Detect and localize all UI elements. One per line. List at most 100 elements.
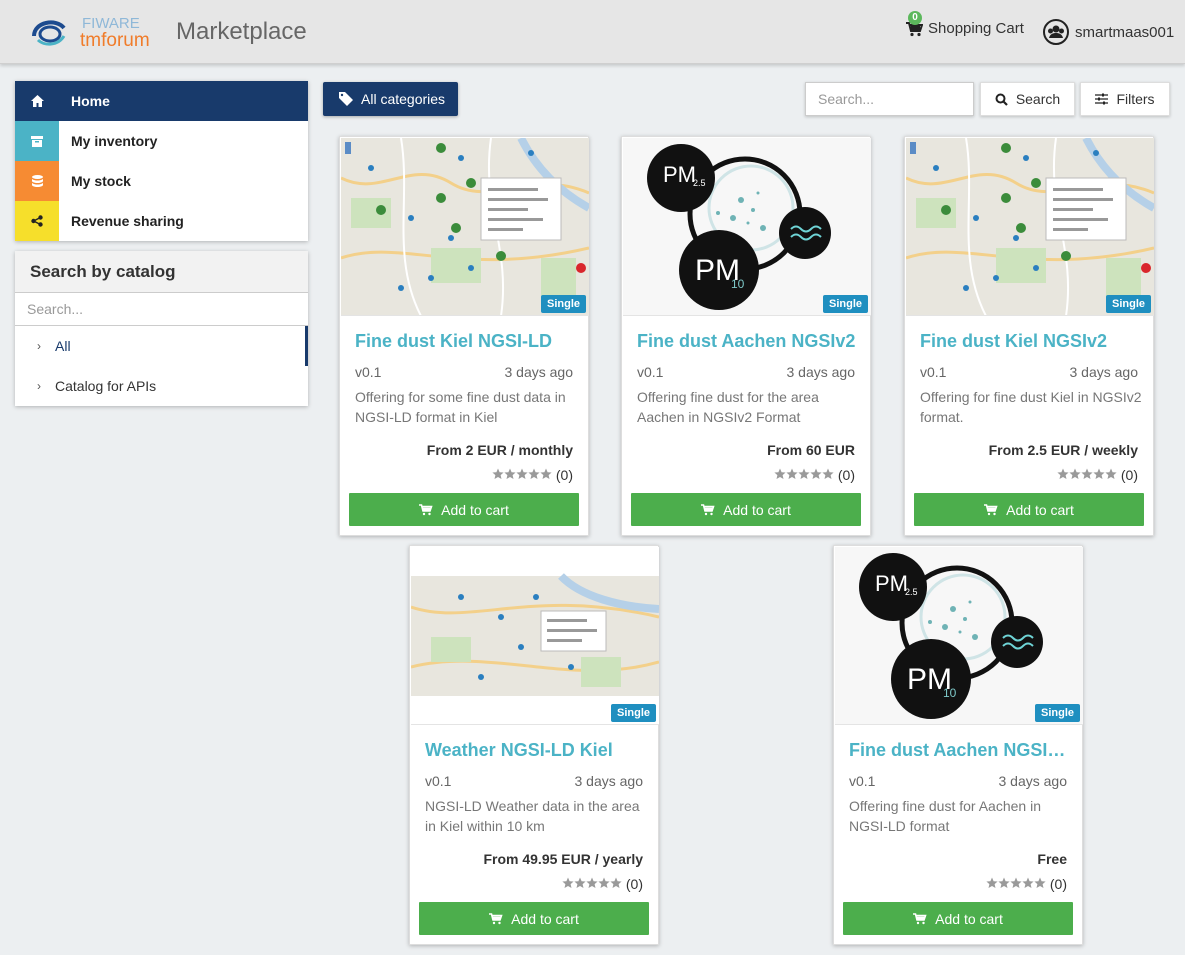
offering-price: Free xyxy=(1037,851,1067,867)
offering-title[interactable]: Weather NGSI-LD Kiel xyxy=(425,740,647,761)
search-button-label: Search xyxy=(1015,91,1061,107)
all-categories-label: All categories xyxy=(361,91,446,107)
offering-card[interactable]: PM 2.5 PM 10 Single Fine dust Aachen NGS… xyxy=(621,136,871,536)
offering-card[interactable]: Single Weather NGSI-LD Kiel v0.1 3 days … xyxy=(409,545,659,945)
cart-icon xyxy=(489,912,503,924)
offering-image[interactable] xyxy=(341,138,589,316)
add-to-cart-button[interactable]: Add to cart xyxy=(349,493,579,526)
catalog-panel: Search by catalog › All › Catalog for AP… xyxy=(15,251,308,406)
offering-type-badge: Single xyxy=(822,295,868,313)
offering-rating: (0) xyxy=(492,467,573,483)
offering-date: 3 days ago xyxy=(504,364,574,380)
app-title: Marketplace xyxy=(176,18,307,45)
filters-button[interactable]: Filters xyxy=(1080,82,1170,116)
sidebar-item-label: Home xyxy=(71,93,110,109)
sidebar-item-label: Revenue sharing xyxy=(71,213,184,229)
offering-image[interactable]: PM 2.5 PM 10 xyxy=(623,138,871,316)
pm-thumbnail: PM 2.5 PM 10 xyxy=(835,547,1083,724)
star-icon xyxy=(786,467,798,483)
add-to-cart-button[interactable]: Add to cart xyxy=(914,493,1144,526)
offering-card[interactable]: Single Fine dust Kiel NGSIv2 v0.1 3 days… xyxy=(904,136,1154,536)
offering-date: 3 days ago xyxy=(574,773,644,789)
star-icon xyxy=(774,467,786,483)
sidebar-item-my-stock[interactable]: My stock xyxy=(15,161,308,201)
add-to-cart-label: Add to cart xyxy=(441,501,509,518)
cart-icon xyxy=(701,503,715,515)
offering-card[interactable]: Single Fine dust Kiel NGSI-LD v0.1 3 day… xyxy=(339,136,589,536)
offering-image[interactable] xyxy=(411,547,659,725)
offering-title[interactable]: Fine dust Aachen NGSIv2 xyxy=(637,331,859,352)
users-icon xyxy=(1043,19,1069,45)
offering-version: v0.1 xyxy=(355,364,382,380)
offering-version: v0.1 xyxy=(425,773,452,789)
home-icon xyxy=(15,81,59,121)
offering-card[interactable]: PM 2.5 PM 10 Single Fine dust Aachen NGS… xyxy=(833,545,1083,945)
add-to-cart-label: Add to cart xyxy=(1006,501,1074,518)
all-categories-button[interactable]: All categories xyxy=(323,82,458,116)
rating-stars xyxy=(492,467,552,483)
rating-count: (0) xyxy=(1049,876,1067,892)
add-to-cart-button[interactable]: Add to cart xyxy=(419,902,649,935)
svg-text:tmforum: tmforum xyxy=(80,30,150,51)
sidebar-item-home[interactable]: Home xyxy=(15,81,308,121)
rating-count: (0) xyxy=(555,467,573,483)
map-thumbnail xyxy=(411,547,659,724)
offering-price: From 2.5 EUR / weekly xyxy=(988,442,1138,458)
offering-version: v0.1 xyxy=(849,773,876,789)
pm-thumbnail: PM 2.5 PM 10 xyxy=(623,138,871,315)
svg-text:2.5: 2.5 xyxy=(693,178,706,188)
add-to-cart-button[interactable]: Add to cart xyxy=(631,493,861,526)
archive-icon xyxy=(15,121,59,161)
chevron-right-icon: › xyxy=(37,379,41,393)
catalog-item-label: Catalog for APIs xyxy=(55,378,157,394)
offering-title[interactable]: Fine dust Kiel NGSIv2 xyxy=(920,331,1142,352)
add-to-cart-button[interactable]: Add to cart xyxy=(843,902,1073,935)
catalog-title: Search by catalog xyxy=(15,251,308,292)
cart-label: Shopping Cart xyxy=(928,20,1024,37)
svg-text:2.5: 2.5 xyxy=(905,587,918,597)
catalog-item-apis[interactable]: › Catalog for APIs xyxy=(15,366,308,406)
sidebar-item-label: My inventory xyxy=(71,133,158,149)
offering-description: Offering fine dust for the area Aachen i… xyxy=(637,389,819,425)
catalog-search-input[interactable] xyxy=(15,292,308,326)
star-icon xyxy=(1105,467,1117,483)
star-icon xyxy=(986,876,998,892)
cart-icon: 0 xyxy=(905,10,924,37)
cart-count-badge: 0 xyxy=(908,10,922,25)
sidebar-nav: Home My inventory My stock Revenue shari… xyxy=(15,81,308,241)
svg-text:10: 10 xyxy=(731,277,745,291)
offering-rating: (0) xyxy=(986,876,1067,892)
offering-price: From 49.95 EUR / yearly xyxy=(483,851,643,867)
sidebar-item-my-inventory[interactable]: My inventory xyxy=(15,121,308,161)
offering-version: v0.1 xyxy=(637,364,664,380)
tag-icon xyxy=(339,92,353,106)
offering-image[interactable] xyxy=(906,138,1154,316)
fiware-tmforum-logo[interactable]: FIWARE tmforum xyxy=(30,12,168,52)
search-input[interactable] xyxy=(805,82,974,116)
offering-price: From 60 EUR xyxy=(767,442,855,458)
star-icon xyxy=(492,467,504,483)
offering-rating: (0) xyxy=(562,876,643,892)
star-icon xyxy=(540,467,552,483)
offering-description: Offering fine dust for Aachen in NGSI-LD… xyxy=(849,798,1041,834)
sidebar-item-revenue-sharing[interactable]: Revenue sharing xyxy=(15,201,308,241)
map-thumbnail xyxy=(906,138,1154,315)
rating-stars xyxy=(562,876,622,892)
database-icon xyxy=(15,161,59,201)
top-bar: FIWARE tmforum Marketplace 0 Shopping Ca… xyxy=(0,0,1185,64)
catalog-item-all[interactable]: › All xyxy=(15,326,308,366)
offering-type-badge: Single xyxy=(610,704,656,722)
cart-icon xyxy=(913,912,927,924)
offering-description: Offering for fine dust Kiel in NGSIv2 fo… xyxy=(920,389,1142,425)
star-icon xyxy=(562,876,574,892)
offering-image[interactable]: PM 2.5 PM 10 xyxy=(835,547,1083,725)
search-button[interactable]: Search xyxy=(980,82,1075,116)
shopping-cart-link[interactable]: 0 Shopping Cart xyxy=(905,10,1024,37)
offering-type-badge: Single xyxy=(1034,704,1080,722)
offering-title[interactable]: Fine dust Aachen NGSI-LD xyxy=(849,740,1071,761)
add-to-cart-label: Add to cart xyxy=(723,501,791,518)
offering-title[interactable]: Fine dust Kiel NGSI-LD xyxy=(355,331,577,352)
star-icon xyxy=(810,467,822,483)
cart-icon xyxy=(419,503,433,515)
user-menu[interactable]: smartmaas001 xyxy=(1043,19,1174,45)
